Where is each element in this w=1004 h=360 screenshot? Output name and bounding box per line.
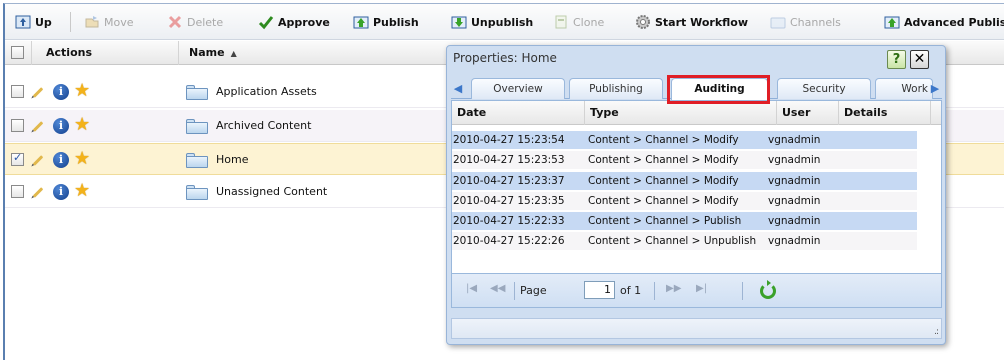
select-all-checkbox[interactable] xyxy=(11,46,24,59)
favorite-star-icon[interactable]: ★ xyxy=(74,180,91,201)
tab-overview[interactable]: Overview xyxy=(471,78,565,99)
audit-table-header: Date Type User Details xyxy=(452,101,941,125)
audit-row[interactable]: 2010-04-27 15:23:53 Content > Channel > … xyxy=(452,151,917,170)
row-name[interactable]: Archived Content xyxy=(216,110,311,142)
edit-pencil-icon[interactable] xyxy=(30,152,46,168)
checkmark-icon xyxy=(258,14,274,30)
favorite-star-icon[interactable]: ★ xyxy=(74,114,91,135)
tab-workflow[interactable]: Work xyxy=(875,78,933,99)
prev-page-icon[interactable]: ◀◀ xyxy=(490,283,505,294)
user-column-header[interactable]: User xyxy=(777,101,839,125)
delete-button[interactable]: Delete xyxy=(163,10,227,34)
edit-pencil-icon[interactable] xyxy=(30,184,46,200)
auditing-tab-highlight xyxy=(667,75,770,104)
dialog-title[interactable]: Properties: Home xyxy=(453,51,557,65)
next-page-icon[interactable]: ▶▶ xyxy=(666,283,681,294)
folder-icon xyxy=(186,184,208,200)
tab-security[interactable]: Security xyxy=(777,78,871,99)
move-icon xyxy=(84,14,100,30)
edit-pencil-icon[interactable] xyxy=(30,84,46,100)
start-workflow-button[interactable]: Start Workflow xyxy=(631,10,752,34)
pager-separator xyxy=(654,282,655,300)
up-button[interactable]: Up xyxy=(11,10,56,34)
channels-icon xyxy=(770,14,786,30)
pager-separator xyxy=(742,282,743,300)
date-column-header[interactable]: Date xyxy=(452,101,585,125)
channels-button[interactable]: Channels xyxy=(766,10,845,34)
details-column-header[interactable]: Details xyxy=(839,101,931,125)
tab-publishing[interactable]: Publishing xyxy=(569,78,663,99)
delete-x-icon xyxy=(167,14,183,30)
sort-ascending-icon: ▲ xyxy=(230,49,237,58)
close-icon[interactable]: ✕ xyxy=(910,50,929,69)
audit-row[interactable]: 2010-04-27 15:22:33 Content > Channel > … xyxy=(452,212,917,231)
info-icon[interactable]: i xyxy=(53,152,69,168)
page-label: Page xyxy=(520,284,547,297)
gear-icon xyxy=(635,14,651,30)
tab-scroll-left-icon[interactable]: ◀ xyxy=(451,81,465,97)
row-checkbox[interactable] xyxy=(11,119,24,132)
info-icon[interactable]: i xyxy=(53,184,69,200)
audit-row[interactable]: 2010-04-27 15:23:54 Content > Channel > … xyxy=(452,131,917,150)
publish-icon xyxy=(353,14,369,30)
select-all-cell xyxy=(5,41,32,65)
help-icon[interactable]: ? xyxy=(887,50,906,69)
toolbar-separator xyxy=(70,12,71,32)
paging-toolbar: |◀ ◀◀ Page 1 of 1 ▶▶ ▶| xyxy=(452,273,941,307)
folder-icon xyxy=(186,118,208,134)
favorite-star-icon[interactable]: ★ xyxy=(74,80,91,101)
page-number-input[interactable]: 1 xyxy=(584,281,615,299)
advanced-publish-button[interactable]: Advanced Publish xyxy=(880,10,1004,34)
audit-row[interactable]: 2010-04-27 15:22:26 Content > Channel > … xyxy=(452,232,917,251)
folder-icon xyxy=(186,84,208,100)
toolbar: Up Move Delete Approve Publish Unpublish… xyxy=(5,4,1004,40)
unpublish-button[interactable]: Unpublish xyxy=(447,10,537,34)
row-checkbox[interactable] xyxy=(11,185,24,198)
advanced-publish-icon xyxy=(884,14,900,30)
row-name[interactable]: Application Assets xyxy=(216,76,317,108)
info-icon[interactable]: i xyxy=(53,84,69,100)
row-checkbox[interactable] xyxy=(11,85,24,98)
publish-button[interactable]: Publish xyxy=(349,10,423,34)
pager-separator xyxy=(514,282,515,300)
info-icon[interactable]: i xyxy=(53,118,69,134)
dialog-footer: .: xyxy=(451,318,942,339)
clone-icon xyxy=(553,14,569,30)
row-name[interactable]: Unassigned Content xyxy=(216,176,327,208)
type-column-header[interactable]: Type xyxy=(585,101,777,125)
audit-row[interactable]: 2010-04-27 15:23:37 Content > Channel > … xyxy=(452,172,917,191)
unpublish-icon xyxy=(451,14,467,30)
move-button[interactable]: Move xyxy=(80,10,138,34)
clone-button[interactable]: Clone xyxy=(549,10,608,34)
last-page-icon[interactable]: ▶| xyxy=(696,283,707,294)
refresh-icon[interactable] xyxy=(760,280,776,299)
tab-scroll-right-icon[interactable]: ▶ xyxy=(928,81,942,97)
approve-button[interactable]: Approve xyxy=(254,10,334,34)
first-page-icon[interactable]: |◀ xyxy=(466,283,477,294)
up-folder-icon xyxy=(15,14,31,30)
row-checkbox-checked[interactable] xyxy=(11,151,24,166)
resize-grip-icon[interactable]: .: xyxy=(934,327,939,337)
audit-row[interactable]: 2010-04-27 15:23:35 Content > Channel > … xyxy=(452,192,917,211)
actions-column-header[interactable]: Actions xyxy=(32,41,179,65)
auditing-panel: Date Type User Details 2010-04-27 15:23:… xyxy=(451,100,942,308)
page-count-label: of 1 xyxy=(620,284,642,297)
edit-pencil-icon[interactable] xyxy=(30,118,46,134)
favorite-star-icon[interactable]: ★ xyxy=(74,148,91,169)
row-name[interactable]: Home xyxy=(216,144,248,176)
folder-icon xyxy=(186,152,208,168)
